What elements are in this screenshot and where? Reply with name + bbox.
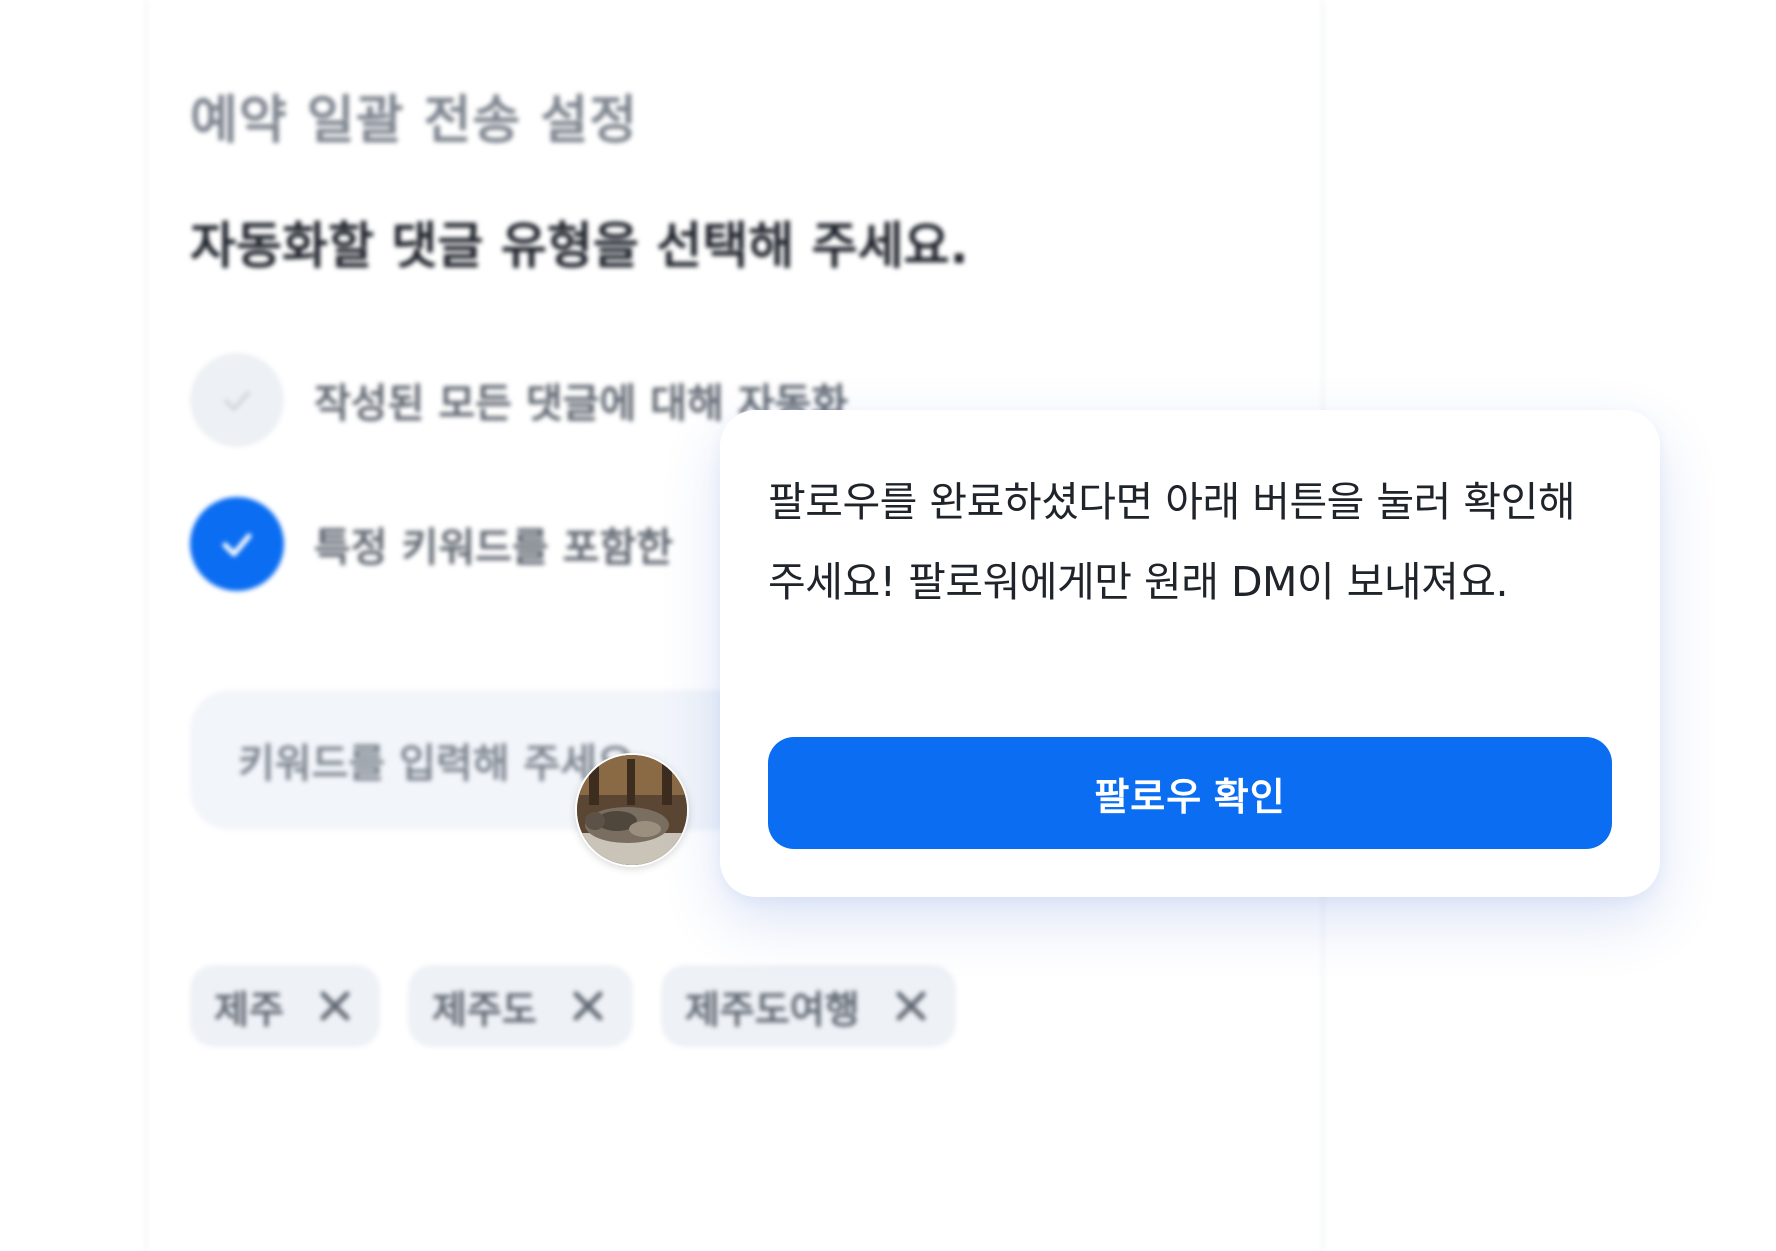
checkbox-specific-keyword[interactable]	[190, 497, 284, 591]
avatar-image	[577, 755, 687, 865]
avatar	[575, 753, 689, 867]
check-icon	[224, 391, 250, 411]
popup-message: 팔로우를 완료하셨다면 아래 버튼을 눌러 확인해 주세요! 팔로워에게만 원래…	[768, 478, 1576, 606]
close-icon[interactable]	[571, 989, 605, 1023]
checkbox-all-comments[interactable]	[190, 353, 284, 447]
keyword-chip-label: 제주	[214, 987, 284, 1032]
follow-confirm-popup: 팔로우를 완료하셨다면 아래 버튼을 눌러 확인해 주세요! 팔로워에게만 원래…	[720, 410, 1660, 897]
close-icon[interactable]	[894, 989, 928, 1023]
check-icon	[222, 533, 252, 557]
follow-confirm-button-label: 팔로우 확인	[1094, 776, 1286, 819]
keyword-chip: 제주도여행	[660, 965, 956, 1047]
option-label: 특정 키워드를 포함한	[314, 525, 674, 571]
keyword-chip-label: 제주도	[431, 987, 537, 1032]
keyword-chip: 제주	[190, 965, 380, 1047]
keyword-chip-label: 제주도여행	[684, 987, 860, 1032]
page-subtitle: 자동화할 댓글 유형을 선택해 주세요.	[190, 217, 969, 275]
follow-confirm-button[interactable]: 팔로우 확인	[768, 737, 1612, 849]
keyword-chip-list: 제주 제주도 제주도여행	[190, 965, 956, 1047]
option-specific-keyword[interactable]: 특정 키워드를 포함한	[190, 497, 673, 591]
close-icon[interactable]	[318, 989, 352, 1023]
keyword-chip: 제주도	[407, 965, 633, 1047]
page-title: 예약 일괄 전송 설정	[190, 91, 639, 151]
